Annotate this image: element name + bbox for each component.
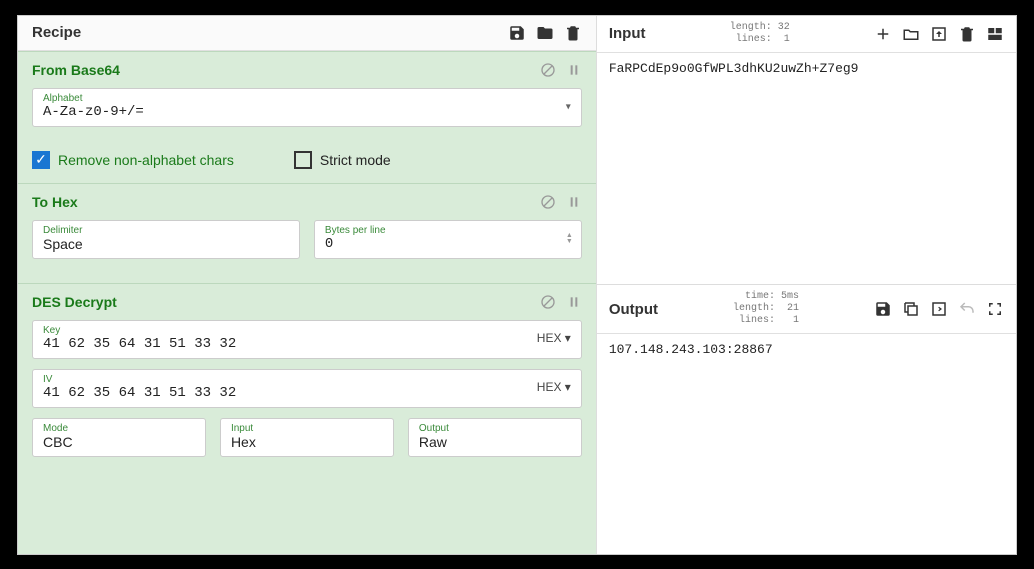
key-field[interactable]: Key 41 62 35 64 31 51 33 32 HEX ▾ — [32, 320, 582, 359]
mode-label: Mode — [43, 423, 195, 434]
move-to-input-icon[interactable] — [930, 300, 948, 318]
mode-select[interactable]: Mode CBC — [32, 418, 206, 457]
open-file-icon[interactable] — [930, 25, 948, 43]
output-title: Output — [609, 301, 658, 318]
alphabet-label: Alphabet — [43, 93, 571, 104]
recipe-panel: Recipe From Base64 Alphabet — [18, 16, 597, 554]
chevron-down-icon: ▾ — [566, 102, 571, 113]
disable-icon[interactable] — [540, 294, 556, 310]
save-icon[interactable] — [508, 24, 526, 42]
mode-value: CBC — [43, 434, 195, 450]
alphabet-select[interactable]: Alphabet A-Za-z0-9+/= ▾ — [32, 88, 582, 127]
key-label: Key — [43, 325, 537, 336]
add-tab-icon[interactable] — [874, 25, 892, 43]
recipe-title: Recipe — [32, 24, 81, 41]
folder-icon[interactable] — [536, 24, 554, 42]
clear-input-icon[interactable] — [958, 25, 976, 43]
output-format-select[interactable]: Output Raw — [408, 418, 582, 457]
input-format-value: Hex — [231, 434, 383, 450]
open-folder-icon[interactable] — [902, 25, 920, 43]
output-format-label: Output — [419, 423, 571, 434]
remove-nonalpha-label: Remove non-alphabet chars — [58, 152, 234, 168]
key-format-select[interactable]: HEX ▾ — [537, 331, 571, 345]
delimiter-label: Delimiter — [43, 225, 289, 236]
op-title: From Base64 — [32, 62, 120, 78]
alphabet-value: A-Za-z0-9+/= — [43, 104, 571, 120]
maximize-icon[interactable] — [986, 300, 1004, 318]
recipe-header: Recipe — [18, 16, 596, 51]
input-format-select[interactable]: Input Hex — [220, 418, 394, 457]
disable-icon[interactable] — [540, 194, 556, 210]
copy-icon[interactable] — [902, 300, 920, 318]
iv-field[interactable]: IV 41 62 35 64 31 51 33 32 HEX ▾ — [32, 369, 582, 408]
trash-icon[interactable] — [564, 24, 582, 42]
output-text: 107.148.243.103:28867 — [597, 334, 1016, 554]
delimiter-value: Space — [43, 236, 289, 252]
op-to-hex: To Hex Delimiter Space Bytes per line — [18, 183, 596, 283]
op-from-base64: From Base64 Alphabet A-Za-z0-9+/= ▾ — [18, 51, 596, 183]
layout-icon[interactable] — [986, 25, 1004, 43]
input-panel: Input length: 32 lines: 1 FaRPCdEp9o0GfW… — [597, 16, 1016, 286]
remove-nonalpha-checkbox[interactable]: ✓ Remove non-alphabet chars — [32, 151, 234, 169]
undo-icon[interactable] — [958, 300, 976, 318]
pause-icon[interactable] — [566, 194, 582, 210]
delimiter-select[interactable]: Delimiter Space — [32, 220, 300, 259]
op-title: DES Decrypt — [32, 294, 117, 310]
bpl-label: Bytes per line — [325, 225, 571, 236]
input-title: Input — [609, 25, 646, 42]
input-textarea[interactable]: FaRPCdEp9o0GfWPL3dhKU2uwZh+Z7eg9 — [597, 53, 1016, 285]
save-output-icon[interactable] — [874, 300, 892, 318]
key-value: 41 62 35 64 31 51 33 32 — [43, 336, 537, 352]
number-spinner-icon[interactable]: ▲▼ — [566, 233, 573, 245]
disable-icon[interactable] — [540, 62, 556, 78]
output-format-value: Raw — [419, 434, 571, 450]
iv-label: IV — [43, 374, 537, 385]
strict-mode-label: Strict mode — [320, 152, 391, 168]
pause-icon[interactable] — [566, 62, 582, 78]
iv-value: 41 62 35 64 31 51 33 32 — [43, 385, 537, 401]
op-des-decrypt: DES Decrypt Key 41 62 35 64 31 51 33 32 … — [18, 283, 596, 481]
checkbox-checked-icon: ✓ — [32, 151, 50, 169]
output-meta: time: 5ms length: 21 lines: 1 — [733, 291, 799, 327]
input-format-label: Input — [231, 423, 383, 434]
bytes-per-line-input[interactable]: Bytes per line 0 ▲▼ — [314, 220, 582, 259]
checkbox-unchecked-icon — [294, 151, 312, 169]
op-title: To Hex — [32, 194, 78, 210]
input-meta: length: 32 lines: 1 — [730, 22, 790, 46]
strict-mode-checkbox[interactable]: Strict mode — [294, 151, 391, 169]
bpl-value: 0 — [325, 236, 571, 252]
pause-icon[interactable] — [566, 294, 582, 310]
output-panel: Output time: 5ms length: 21 lines: 1 107… — [597, 285, 1016, 554]
iv-format-select[interactable]: HEX ▾ — [537, 380, 571, 394]
